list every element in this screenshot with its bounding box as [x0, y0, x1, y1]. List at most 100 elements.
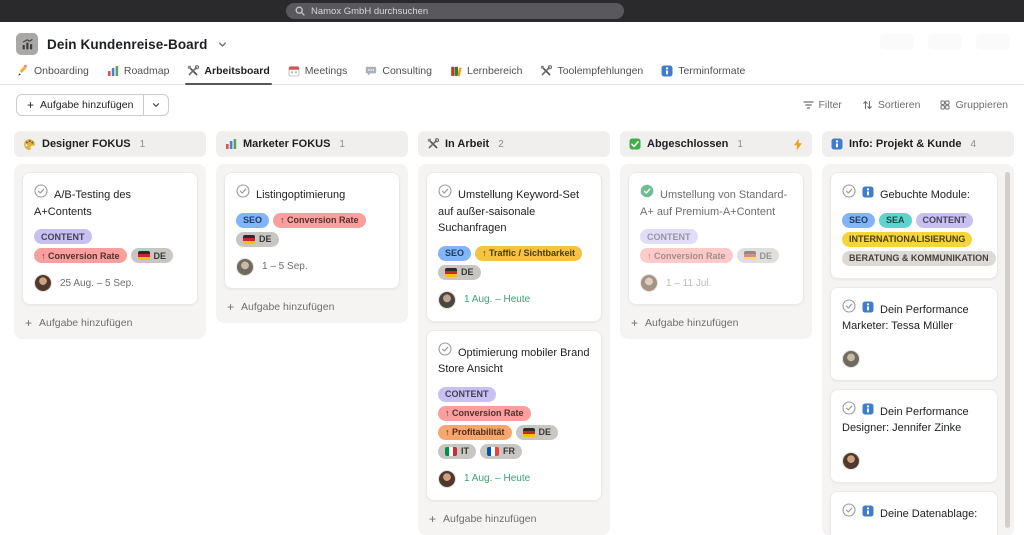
tag-pill: SEA	[879, 213, 912, 228]
due-date: 1 Aug. – Heute	[464, 473, 530, 484]
tag-pill: DE	[438, 265, 481, 280]
lightning-icon[interactable]	[793, 138, 803, 151]
bar-chart-mono-icon	[21, 38, 34, 51]
check-circle-icon[interactable]	[842, 401, 862, 415]
tag-label: ↑ Profitabilität	[445, 427, 505, 437]
card-meta-row	[842, 452, 986, 470]
plus-icon: +	[227, 301, 234, 313]
flag-fr-icon	[487, 447, 499, 456]
tab-label: Toolempfehlungen	[557, 65, 643, 77]
add-task-link[interactable]: +Aufgabe hinzufügen	[224, 297, 400, 315]
card-title-row: Deine Datenablage:	[842, 503, 986, 523]
tag-pill: SEO	[842, 213, 875, 228]
title-dropdown-button[interactable]	[218, 40, 227, 49]
card-title-text: Umstellung Keyword-Set auf außer-saisona…	[438, 189, 579, 234]
add-task-button[interactable]: + Aufgabe hinzufügen	[17, 95, 143, 115]
header-faded-actions	[880, 34, 1010, 50]
group-label: Gruppieren	[955, 99, 1008, 111]
page-title[interactable]: Dein Kundenreise-Board	[47, 37, 207, 52]
card-meta-row: 1 – 5 Sep.	[236, 258, 388, 276]
check-circle-icon[interactable]	[842, 299, 862, 313]
tab-meetings[interactable]: Meetings	[279, 61, 357, 84]
global-search-input[interactable]: Namox GmbH durchsuchen	[286, 3, 624, 19]
task-card[interactable]: Dein Performance Designer: Jennifer Zink…	[830, 389, 998, 483]
tab-toolempfehlungen[interactable]: Toolempfehlungen	[531, 61, 652, 84]
faded-action-placeholder	[976, 34, 1010, 50]
tools-icon	[187, 65, 199, 77]
sort-button[interactable]: Sortieren	[862, 99, 921, 111]
tab-lernbereich[interactable]: Lernbereich	[441, 61, 531, 84]
info-icon	[862, 505, 880, 517]
tag-row: CONTENT↑ Conversion RateDE	[640, 229, 792, 263]
column-header-info-projekt-kunde[interactable]: Info: Projekt & Kunde4	[822, 131, 1014, 157]
assignee-avatar	[842, 452, 860, 470]
calendar-icon	[288, 65, 300, 77]
tab-arbeitsboard[interactable]: Arbeitsboard	[178, 61, 278, 84]
card-title-row: Umstellung Keyword-Set auf außer-saisona…	[438, 184, 590, 237]
card-meta-row: 25 Aug. – 5 Sep.	[34, 274, 186, 292]
tab-terminformate[interactable]: Terminformate	[652, 61, 754, 84]
tab-onboarding[interactable]: Onboarding	[8, 61, 98, 84]
tag-pill: DE	[516, 425, 559, 440]
tag-pill: CONTENT	[916, 213, 974, 228]
tools-icon	[427, 138, 439, 150]
column-name: In Arbeit	[445, 138, 489, 150]
filter-button[interactable]: Filter	[803, 99, 842, 111]
tag-row: SEO↑ Conversion RateDE	[236, 213, 388, 247]
board-avatar-icon	[16, 33, 38, 55]
board-toolbar: + Aufgabe hinzufügen Filter Sortieren Gr…	[0, 85, 1024, 123]
add-task-button-label: Aufgabe hinzufügen	[40, 99, 133, 111]
sort-label: Sortieren	[878, 99, 921, 111]
grid-icon	[940, 100, 950, 110]
column-header-designer-fokus[interactable]: Designer FOKUS1	[14, 131, 206, 157]
tab-consulting[interactable]: Consulting	[356, 61, 441, 84]
tag-pill: DE	[737, 248, 780, 263]
tag-pill: ↑ Conversion Rate	[438, 406, 531, 421]
tag-label: CONTENT	[647, 232, 691, 242]
task-card[interactable]: Umstellung Keyword-Set auf außer-saisona…	[426, 172, 602, 322]
board-column-marketer-fokus: Marketer FOKUS1 ListingoptimierungSEO↑ Co…	[216, 131, 408, 323]
due-date: 1 – 5 Sep.	[262, 261, 308, 272]
task-card[interactable]: Optimierung mobiler Brand Store AnsichtC…	[426, 330, 602, 501]
group-button[interactable]: Gruppieren	[940, 99, 1008, 111]
tag-label: FR	[503, 446, 515, 456]
due-date: 25 Aug. – 5 Sep.	[60, 278, 134, 289]
assignee-avatar	[438, 291, 456, 309]
tag-row: SEO↑ Traffic / SichtbarkeitDE	[438, 246, 590, 280]
check-circle-done-icon[interactable]	[640, 184, 660, 198]
add-task-split-button: + Aufgabe hinzufügen	[16, 94, 169, 116]
assignee-avatar	[34, 274, 52, 292]
task-card[interactable]: ListingoptimierungSEO↑ Conversion RateDE…	[224, 172, 400, 289]
add-task-menu-button[interactable]	[143, 95, 168, 115]
column-body: A/B-Testing des A+ContentsCONTENT↑ Conve…	[14, 164, 206, 339]
column-scrollbar[interactable]	[1005, 172, 1010, 528]
tab-roadmap[interactable]: Roadmap	[98, 61, 179, 84]
task-card[interactable]: Umstellung von Standard-A+ auf Premium-A…	[628, 172, 804, 305]
sort-icon	[862, 100, 873, 110]
task-card[interactable]: Dein Performance Marketer: Tessa Müller	[830, 287, 998, 381]
check-circle-icon[interactable]	[438, 184, 458, 198]
check-circle-icon[interactable]	[842, 184, 862, 198]
column-header-abgeschlossen[interactable]: Abgeschlossen1	[620, 131, 812, 157]
tag-pill: DE	[236, 232, 279, 247]
column-header-in-arbeit[interactable]: In Arbeit 2	[418, 131, 610, 157]
column-header-marketer-fokus[interactable]: Marketer FOKUS1	[216, 131, 408, 157]
add-task-link[interactable]: +Aufgabe hinzufügen	[426, 509, 602, 527]
assignee-avatar	[640, 274, 658, 292]
check-circle-icon[interactable]	[236, 184, 256, 198]
add-task-link-label: Aufgabe hinzufügen	[39, 317, 132, 329]
add-task-link[interactable]: +Aufgabe hinzufügen	[628, 313, 804, 331]
check-circle-icon[interactable]	[842, 503, 862, 517]
add-task-link[interactable]: +Aufgabe hinzufügen	[22, 313, 198, 331]
task-card[interactable]: Gebuchte Module:SEOSEACONTENTINTERNATION…	[830, 172, 998, 279]
column-name: Abgeschlossen	[647, 138, 728, 150]
check-circle-icon[interactable]	[438, 342, 458, 356]
column-task-count: 2	[498, 139, 504, 150]
column-name: Marketer FOKUS	[243, 138, 330, 150]
search-icon	[295, 6, 305, 16]
tag-pill: CONTENT	[34, 229, 92, 244]
tag-pill: SEO	[438, 246, 471, 261]
check-circle-icon[interactable]	[34, 184, 54, 198]
task-card[interactable]: A/B-Testing des A+ContentsCONTENT↑ Conve…	[22, 172, 198, 305]
task-card[interactable]: Deine Datenablage:	[830, 491, 998, 535]
